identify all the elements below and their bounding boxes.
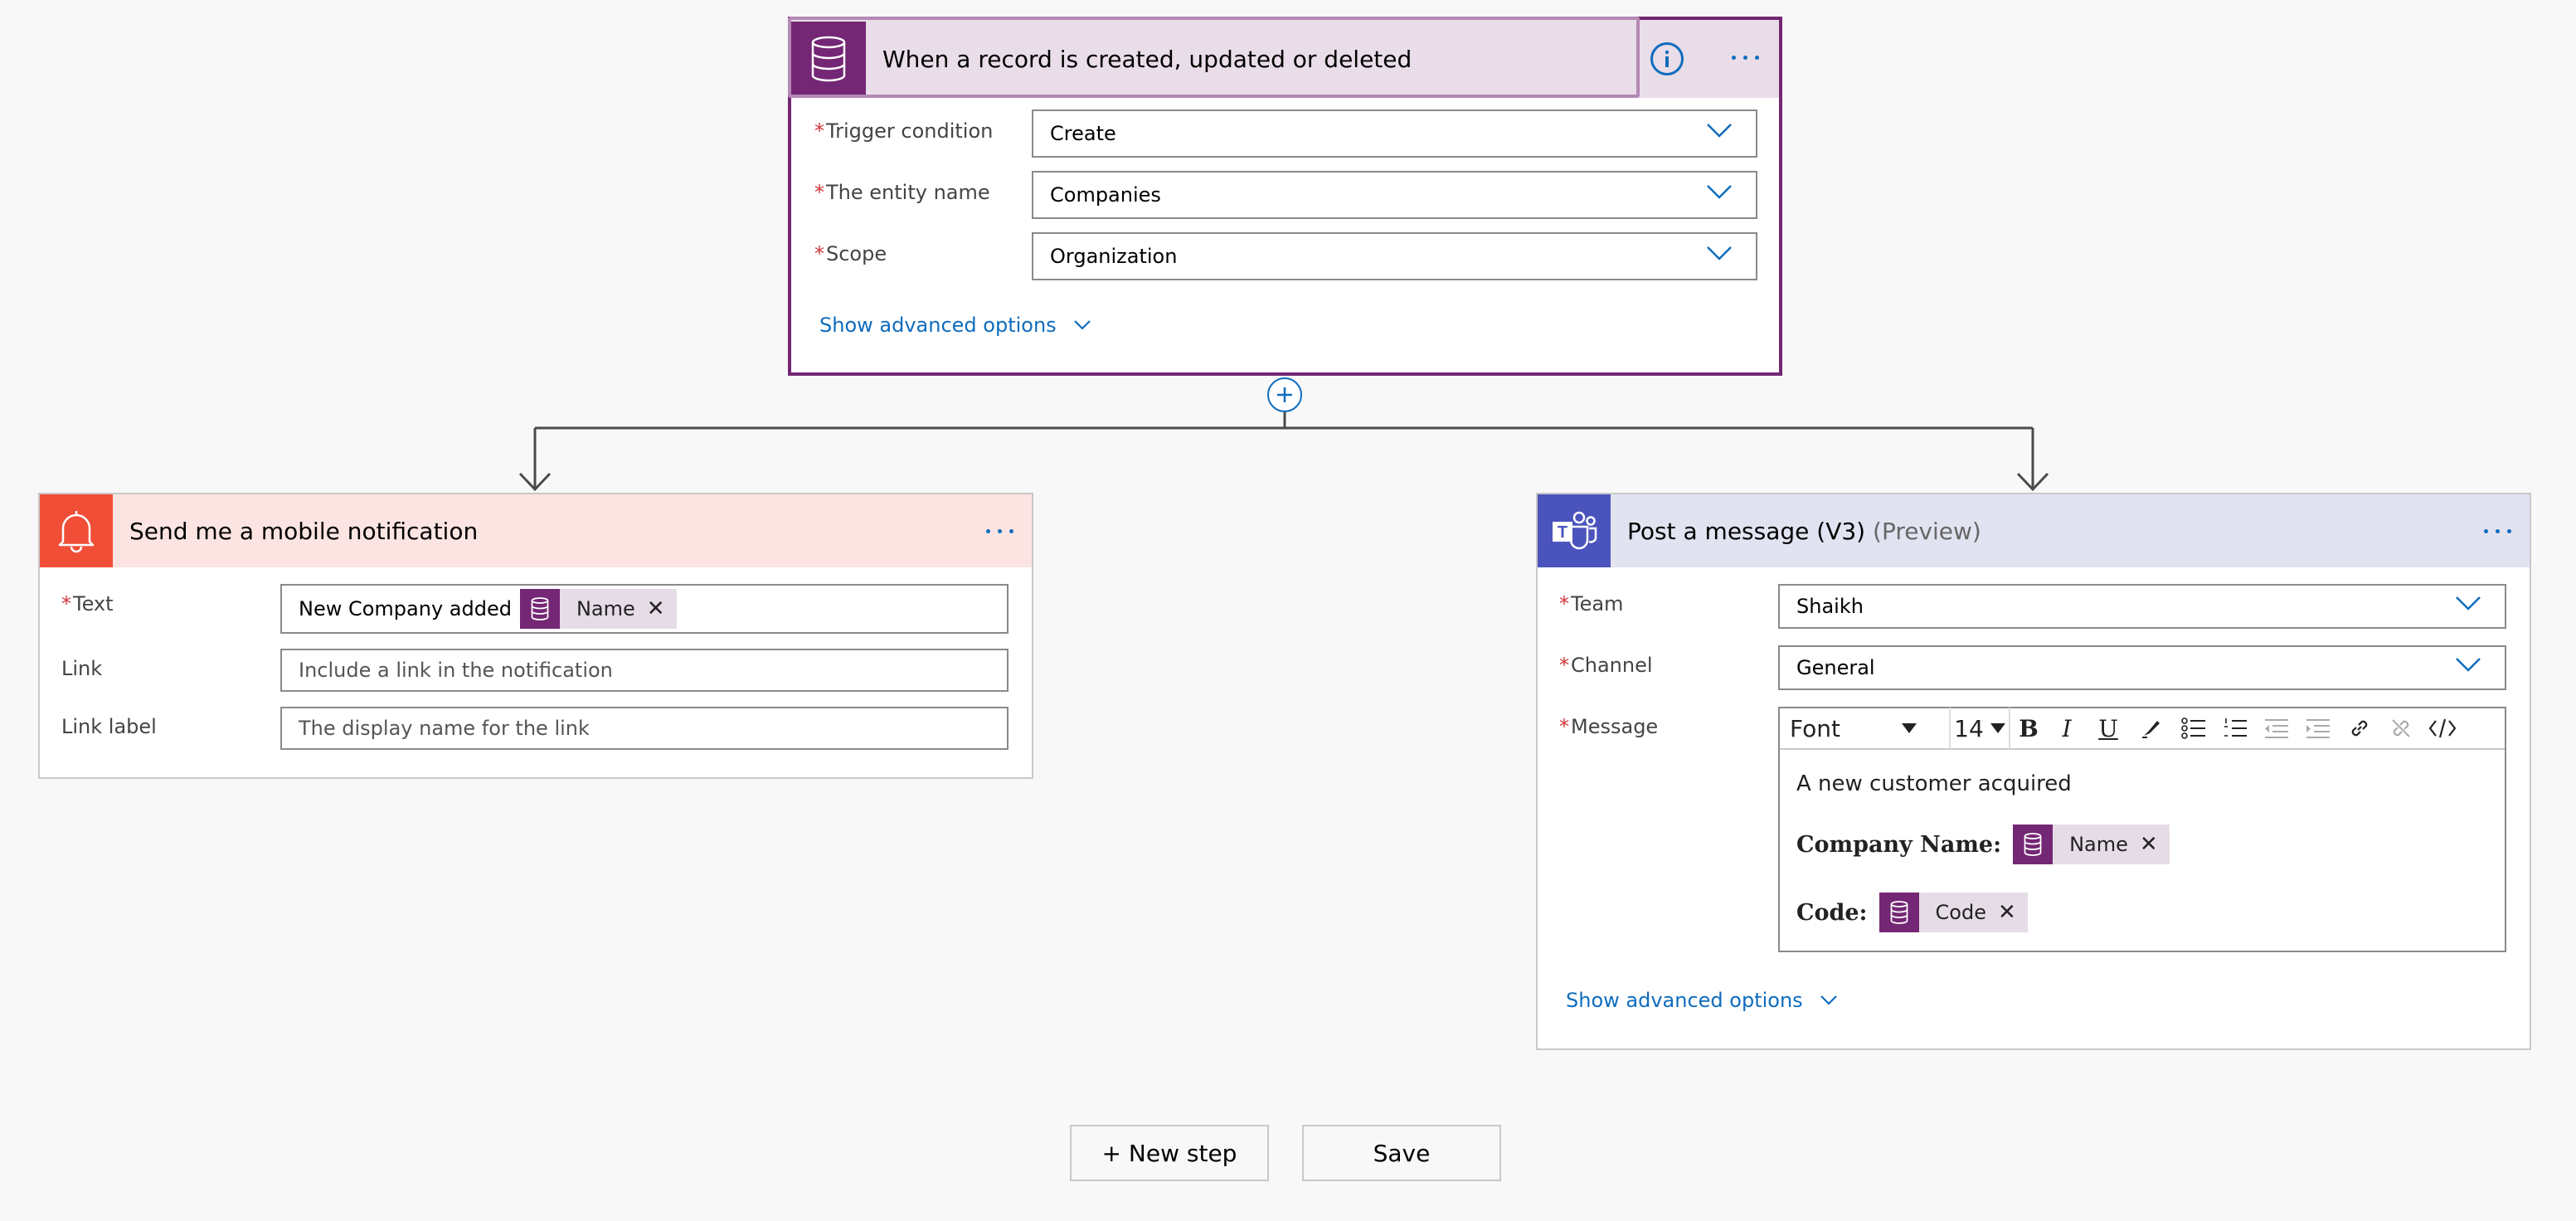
company-name-label: Company Name: [1796,831,2002,858]
notification-text-label: *Text [61,592,114,615]
link-label-placeholder: The display name for the link [299,717,590,740]
name-token[interactable]: Name ✕ [519,589,677,629]
channel-label: *Channel [1559,654,1653,677]
caret-down-icon [1901,723,1917,733]
team-value: Shaikh [1796,595,1864,618]
svg-text:T: T [1558,523,1567,542]
scope-dropdown[interactable]: Organization [1032,232,1757,280]
chevron-down-icon [2456,658,2481,672]
chevron-down-icon [1707,246,1732,260]
name-token-label: Name [576,597,635,620]
message-label: *Message [1559,715,1659,738]
code-label: Code: [1796,899,1868,926]
close-icon[interactable]: ✕ [647,596,677,621]
trigger-icon-box [791,22,866,96]
database-icon [519,589,560,629]
bold-icon[interactable]: B [2009,708,2047,749]
teams-title[interactable]: Post a message (V3) (Preview) [1611,518,1981,545]
code-view-icon[interactable] [2422,708,2463,749]
trigger-condition-value: Create [1050,122,1116,145]
underline-icon[interactable]: U [2087,708,2130,749]
trigger-title[interactable]: When a record is created, updated or del… [866,46,1412,73]
entity-name-value: Companies [1050,183,1161,207]
database-icon [1879,893,1919,932]
info-icon [1665,50,1670,67]
link-label-input[interactable]: The display name for the link [280,707,1009,750]
notification-text-input[interactable]: New Company added Name ✕ [280,584,1009,634]
code-token[interactable]: Code ✕ [1879,893,2028,932]
teams-icon-box: T [1538,494,1611,567]
chevron-down-icon [1073,320,1091,330]
notification-card: Send me a mobile notification *Text New … [38,493,1033,779]
decrease-indent-icon[interactable] [2256,708,2297,749]
notification-icon-box [40,494,113,567]
company-name-line: Company Name: Name ✕ [1796,825,2170,864]
rich-text-toolbar: Font 14 B I U [1780,708,2505,750]
more-options-icon[interactable] [2484,529,2511,533]
font-select[interactable]: Font [1780,708,1949,749]
link-icon[interactable] [2339,708,2380,749]
scope-label: *Scope [814,242,887,265]
numbered-list-icon[interactable] [2214,708,2256,749]
teams-show-advanced-options[interactable]: Show advanced options [1566,989,1838,1012]
save-button[interactable]: Save [1302,1125,1501,1181]
chevron-down-icon [1820,995,1837,1005]
insert-step-button[interactable] [1267,377,1302,412]
trigger-card-header[interactable]: When a record is created, updated or del… [788,17,1779,98]
entity-name-label: *The entity name [814,181,990,204]
teams-icon: T [1553,511,1597,550]
trigger-condition-label: *Trigger condition [814,119,994,143]
trigger-condition-dropdown[interactable]: Create [1032,109,1757,158]
message-line-1: A new customer acquired [1796,771,2072,796]
channel-value: General [1796,656,1875,679]
italic-icon[interactable]: I [2047,708,2087,749]
preview-badge: (Preview) [1873,517,1981,545]
unlink-icon[interactable] [2380,708,2422,749]
increase-indent-icon[interactable] [2297,708,2339,749]
trigger-card: When a record is created, updated or del… [788,17,1782,376]
link-label: Link [61,657,103,680]
notification-title[interactable]: Send me a mobile notification [113,518,478,545]
name-token[interactable]: Name ✕ [2013,825,2170,864]
database-icon [811,36,846,82]
channel-dropdown[interactable]: General [1778,645,2506,690]
more-options-icon[interactable] [1732,56,1759,60]
bell-icon [58,511,95,553]
chevron-down-icon [1707,124,1732,138]
link-input[interactable]: Include a link in the notification [280,649,1009,692]
add-icon [1277,387,1292,402]
info-button[interactable] [1650,42,1684,75]
trigger-show-advanced-options[interactable]: Show advanced options [819,314,1091,337]
entity-name-dropdown[interactable]: Companies [1032,171,1757,219]
code-token-label: Code [1935,901,1986,924]
close-icon[interactable]: ✕ [1998,900,2028,925]
notification-text-value: New Company added [299,597,512,620]
notification-card-header[interactable]: Send me a mobile notification [40,494,1032,567]
team-label: *Team [1559,592,1624,615]
chevron-down-icon [1707,185,1732,199]
link-placeholder: Include a link in the notification [299,659,613,682]
bulleted-list-icon[interactable] [2173,708,2214,749]
scope-value: Organization [1050,245,1178,268]
database-icon [2013,825,2054,864]
chevron-down-icon [2456,596,2481,610]
font-size-select[interactable]: 14 [1949,708,2009,749]
team-dropdown[interactable]: Shaikh [1778,584,2506,629]
code-line: Code: Code ✕ [1796,893,2028,932]
new-step-button[interactable]: + New step [1070,1125,1269,1181]
link-label-label: Link label [61,715,157,738]
highlight-icon[interactable] [2130,708,2173,749]
caret-down-icon [1990,723,2005,733]
close-icon[interactable]: ✕ [2140,832,2170,857]
name-token-label: Name [2069,833,2128,856]
message-editor[interactable]: Font 14 B I U A new customer acquired Co… [1778,707,2506,952]
teams-card-header[interactable]: T Post a message (V3) (Preview) [1538,494,2530,567]
more-options-icon[interactable] [986,529,1013,533]
teams-card: T Post a message (V3) (Preview) *Team Sh… [1536,493,2531,1050]
